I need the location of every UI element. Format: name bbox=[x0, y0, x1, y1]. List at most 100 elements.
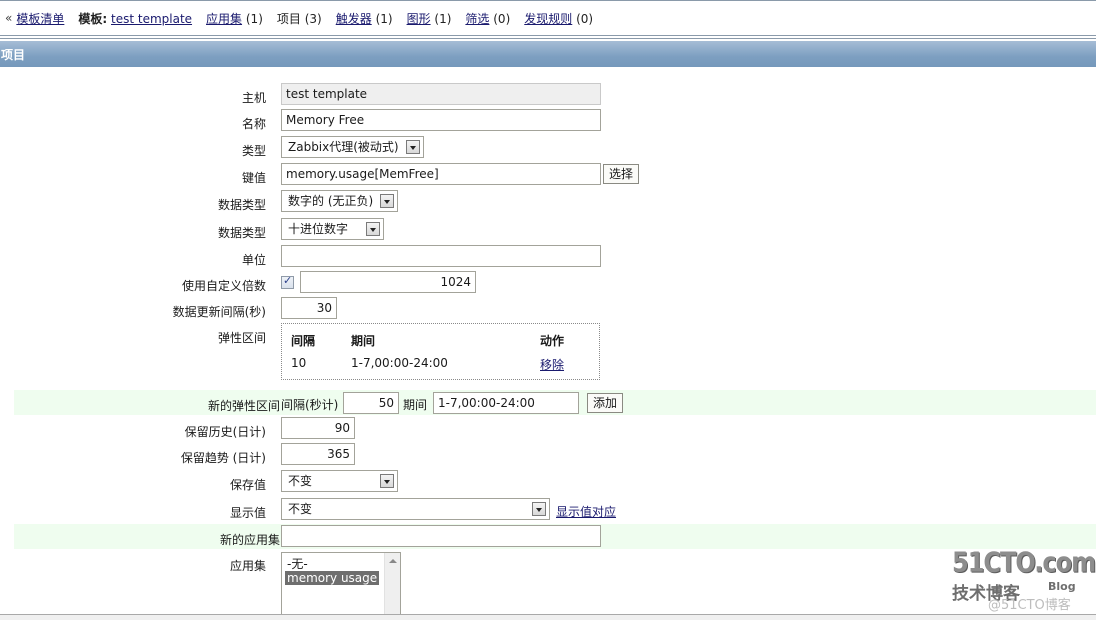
new-flex-label: 新的弹性区间 bbox=[207, 399, 280, 413]
watermark-blog: Blog bbox=[1048, 580, 1076, 593]
flex-intervals-table: 间隔 期间 动作 10 1-7,00:00-24:00 移除 bbox=[281, 323, 600, 380]
discovery-count: (0) bbox=[576, 11, 594, 26]
row-value-type: 数据类型 数字的 (无正负) bbox=[0, 190, 1096, 214]
nav-applications[interactable]: 应用集 (1) bbox=[206, 10, 263, 27]
key-label: 键值 bbox=[241, 171, 266, 185]
new-flex-period-field[interactable] bbox=[433, 392, 579, 414]
section-header: 项目 bbox=[0, 41, 1096, 67]
section-title: 项目 bbox=[1, 47, 26, 62]
watermark-logo: 51CTO.com bbox=[952, 546, 1096, 579]
nav-template-list[interactable]: 模板清单 bbox=[16, 10, 64, 27]
discovery-link[interactable]: 发现规则 bbox=[524, 12, 572, 26]
nav-discovery[interactable]: 发现规则 (0) bbox=[524, 10, 593, 27]
row-new-application: 新的应用集 bbox=[14, 524, 1096, 549]
chevron-down-icon bbox=[366, 222, 380, 236]
flex-row-period: 1-7,00:00-24:00 bbox=[351, 356, 448, 370]
flex-header-period: 期间 bbox=[351, 334, 376, 348]
show-value-select[interactable]: 不变 bbox=[281, 498, 550, 520]
data-type-select[interactable]: 十进位数字 bbox=[281, 218, 384, 240]
row-type: 类型 Zabbix代理(被动式) bbox=[0, 136, 1096, 160]
chevron-down-icon bbox=[380, 194, 394, 208]
applications-count: (1) bbox=[245, 11, 263, 26]
trends-label: 保留趋势 (日计) bbox=[180, 451, 266, 465]
type-label: 类型 bbox=[241, 144, 266, 158]
history-field[interactable] bbox=[281, 417, 355, 439]
flex-remove-link[interactable]: 移除 bbox=[540, 356, 564, 373]
chevron-down-icon bbox=[406, 140, 420, 154]
multiplier-field[interactable] bbox=[300, 271, 476, 293]
template-label: 模板: bbox=[78, 11, 108, 26]
value-type-select-value: 数字的 (无正负) bbox=[288, 194, 374, 208]
delay-field[interactable] bbox=[281, 297, 337, 319]
row-new-flex: 新的弹性区间 间隔(秒计) 期间 添加 bbox=[14, 390, 1096, 415]
nav-triggers[interactable]: 触发器 (1) bbox=[336, 10, 393, 27]
value-mapping-link[interactable]: 显示值对应 bbox=[556, 503, 616, 520]
template-name-link[interactable]: test template bbox=[111, 12, 192, 26]
watermark: 51CTO.com 技术博客 Blog @51CTO博客 bbox=[952, 546, 1096, 614]
chevron-down-icon bbox=[532, 502, 546, 516]
applications-listbox[interactable]: -无- memory usage bbox=[281, 552, 401, 620]
row-applications: 应用集 bbox=[0, 552, 1096, 612]
chevron-down-icon bbox=[380, 474, 394, 488]
row-data-type: 数据类型 十进位数字 bbox=[0, 218, 1096, 242]
row-store-value: 保存值 不变 bbox=[0, 470, 1096, 494]
type-select[interactable]: Zabbix代理(被动式) bbox=[281, 136, 424, 158]
scroll-up-icon[interactable] bbox=[389, 559, 397, 563]
nav-current-template: 模板: test template bbox=[78, 10, 192, 27]
template-list-link[interactable]: 模板清单 bbox=[16, 12, 64, 26]
store-value-select[interactable]: 不变 bbox=[281, 470, 398, 492]
nav-graphs[interactable]: 图形 (1) bbox=[407, 10, 452, 27]
nav-items: 项目 (3) bbox=[277, 10, 322, 27]
host-field bbox=[281, 83, 601, 105]
row-multiplier: 使用自定义倍数 bbox=[0, 271, 1096, 295]
nav-screens[interactable]: 筛选 (0) bbox=[465, 10, 510, 27]
select-key-button[interactable]: 选择 bbox=[603, 164, 640, 184]
name-field[interactable] bbox=[281, 109, 601, 131]
show-value-select-value: 不变 bbox=[288, 502, 313, 516]
flex-header-action: 动作 bbox=[540, 334, 565, 348]
new-flex-interval-field[interactable] bbox=[343, 392, 399, 414]
multiplier-checkbox[interactable] bbox=[281, 274, 294, 289]
store-value-label: 保存值 bbox=[229, 478, 266, 492]
store-value-select-value: 不变 bbox=[288, 474, 313, 488]
screens-link[interactable]: 筛选 bbox=[465, 12, 489, 26]
trends-field[interactable] bbox=[281, 443, 355, 465]
template-nav: « 模板清单 模板: test template 应用集 (1) 项目 (3) … bbox=[0, 0, 1096, 36]
row-trends: 保留趋势 (日计) bbox=[0, 443, 1096, 467]
application-option[interactable]: -无- bbox=[285, 557, 310, 571]
delay-label: 数据更新间隔(秒) bbox=[172, 305, 266, 319]
listbox-scrollbar[interactable] bbox=[384, 553, 400, 619]
data-type-label: 数据类型 bbox=[217, 226, 266, 240]
row-host: 主机 bbox=[0, 83, 1096, 107]
units-label: 单位 bbox=[241, 253, 266, 267]
application-option-selected[interactable]: memory usage bbox=[285, 571, 380, 585]
divider bbox=[0, 38, 1096, 39]
value-type-label: 数据类型 bbox=[217, 198, 266, 212]
items-count: (3) bbox=[304, 11, 322, 26]
name-label: 名称 bbox=[241, 117, 266, 131]
multiplier-label: 使用自定义倍数 bbox=[181, 279, 266, 293]
applications-label: 应用集 bbox=[229, 559, 266, 573]
screens-count: (0) bbox=[493, 11, 511, 26]
units-field[interactable] bbox=[281, 245, 601, 267]
new-application-label: 新的应用集 bbox=[219, 533, 280, 547]
row-key: 键值 选择 bbox=[0, 163, 1096, 187]
graphs-count: (1) bbox=[434, 11, 452, 26]
new-application-field[interactable] bbox=[281, 525, 601, 547]
flex-label: 弹性区间 bbox=[217, 331, 266, 345]
flex-header-interval: 间隔 bbox=[291, 334, 316, 348]
new-flex-period-label: 期间 bbox=[403, 398, 428, 412]
history-label: 保留历史(日计) bbox=[184, 425, 266, 439]
key-field[interactable] bbox=[281, 163, 601, 185]
value-type-select[interactable]: 数字的 (无正负) bbox=[281, 190, 398, 212]
watermark-handle: @51CTO博客 bbox=[988, 598, 1071, 613]
triggers-count: (1) bbox=[375, 11, 393, 26]
graphs-link[interactable]: 图形 bbox=[407, 12, 431, 26]
back-icon: « bbox=[5, 11, 13, 25]
show-value-label: 显示值 bbox=[229, 506, 266, 520]
add-flex-button[interactable]: 添加 bbox=[587, 393, 624, 413]
triggers-link[interactable]: 触发器 bbox=[336, 12, 372, 26]
applications-link[interactable]: 应用集 bbox=[206, 12, 242, 26]
type-select-value: Zabbix代理(被动式) bbox=[288, 140, 399, 154]
row-show-value: 显示值 不变 显示值对应 bbox=[0, 498, 1096, 522]
